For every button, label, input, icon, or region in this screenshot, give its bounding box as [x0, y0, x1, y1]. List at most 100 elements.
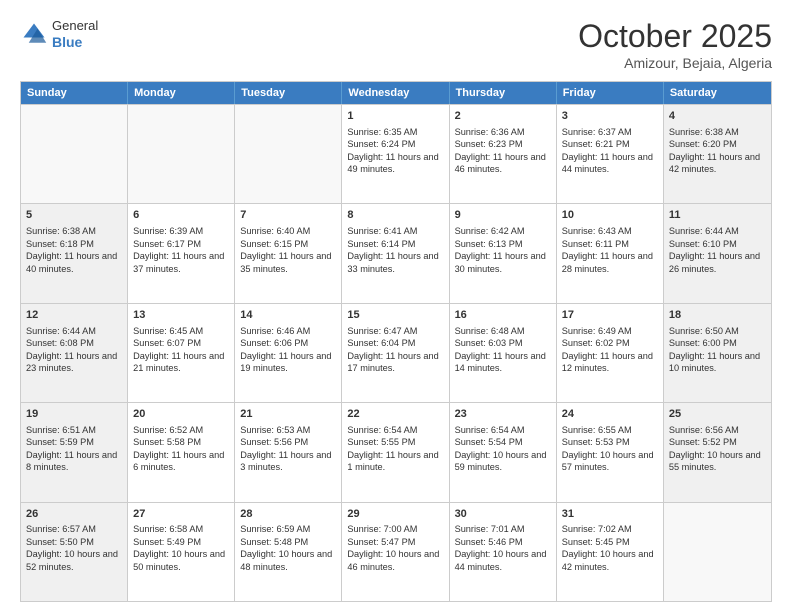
day-info: Daylight: 11 hours and 37 minutes. — [133, 250, 229, 275]
day-info: Sunset: 6:00 PM — [669, 337, 766, 349]
day-info: Sunrise: 6:49 AM — [562, 325, 658, 337]
day-info: Sunrise: 6:47 AM — [347, 325, 443, 337]
day-info: Sunrise: 6:52 AM — [133, 424, 229, 436]
day-info: Sunrise: 6:38 AM — [669, 126, 766, 138]
day-info: Daylight: 10 hours and 59 minutes. — [455, 449, 551, 474]
cal-cell — [235, 105, 342, 203]
day-info: Sunrise: 6:48 AM — [455, 325, 551, 337]
cal-cell: 30Sunrise: 7:01 AMSunset: 5:46 PMDayligh… — [450, 503, 557, 601]
day-info: Sunrise: 6:53 AM — [240, 424, 336, 436]
day-info: Sunset: 6:14 PM — [347, 238, 443, 250]
day-info: Sunrise: 6:50 AM — [669, 325, 766, 337]
day-info: Sunset: 6:02 PM — [562, 337, 658, 349]
day-number: 29 — [347, 507, 443, 522]
day-info: Sunset: 6:21 PM — [562, 138, 658, 150]
logo: General Blue — [20, 18, 98, 50]
cal-cell — [21, 105, 128, 203]
day-number: 13 — [133, 308, 229, 323]
day-info: Sunset: 6:08 PM — [26, 337, 122, 349]
day-number: 3 — [562, 109, 658, 124]
day-info: Daylight: 10 hours and 55 minutes. — [669, 449, 766, 474]
day-info: Daylight: 11 hours and 28 minutes. — [562, 250, 658, 275]
day-info: Sunrise: 6:42 AM — [455, 225, 551, 237]
cal-cell: 17Sunrise: 6:49 AMSunset: 6:02 PMDayligh… — [557, 304, 664, 402]
day-number: 14 — [240, 308, 336, 323]
cal-cell: 19Sunrise: 6:51 AMSunset: 5:59 PMDayligh… — [21, 403, 128, 501]
cal-cell: 3Sunrise: 6:37 AMSunset: 6:21 PMDaylight… — [557, 105, 664, 203]
cal-cell: 11Sunrise: 6:44 AMSunset: 6:10 PMDayligh… — [664, 204, 771, 302]
day-info: Sunrise: 6:58 AM — [133, 523, 229, 535]
day-info: Sunset: 5:48 PM — [240, 536, 336, 548]
day-info: Sunset: 5:45 PM — [562, 536, 658, 548]
day-info: Daylight: 10 hours and 48 minutes. — [240, 548, 336, 573]
header-day-monday: Monday — [128, 82, 235, 104]
page: General Blue October 2025 Amizour, Bejai… — [0, 0, 792, 612]
day-info: Sunset: 5:52 PM — [669, 436, 766, 448]
day-info: Daylight: 11 hours and 44 minutes. — [562, 151, 658, 176]
day-info: Sunset: 5:59 PM — [26, 436, 122, 448]
header-day-thursday: Thursday — [450, 82, 557, 104]
day-info: Sunrise: 6:44 AM — [669, 225, 766, 237]
logo-general: General — [52, 18, 98, 34]
header-day-friday: Friday — [557, 82, 664, 104]
month-title: October 2025 — [578, 18, 772, 55]
day-info: Daylight: 11 hours and 33 minutes. — [347, 250, 443, 275]
day-info: Daylight: 11 hours and 42 minutes. — [669, 151, 766, 176]
cal-cell: 29Sunrise: 7:00 AMSunset: 5:47 PMDayligh… — [342, 503, 449, 601]
day-info: Daylight: 11 hours and 1 minute. — [347, 449, 443, 474]
cal-cell: 20Sunrise: 6:52 AMSunset: 5:58 PMDayligh… — [128, 403, 235, 501]
calendar: SundayMondayTuesdayWednesdayThursdayFrid… — [20, 81, 772, 602]
cal-cell: 4 Sunrise: 6:38 AMSunset: 6:20 PMDaylight… — [664, 105, 771, 203]
day-info: Sunrise: 6:56 AM — [669, 424, 766, 436]
day-info: Daylight: 11 hours and 23 minutes. — [26, 350, 122, 375]
day-info: Sunset: 5:55 PM — [347, 436, 443, 448]
day-info: Daylight: 11 hours and 6 minutes. — [133, 449, 229, 474]
cal-cell: 5Sunrise: 6:38 AMSunset: 6:18 PMDaylight… — [21, 204, 128, 302]
cal-cell: 12Sunrise: 6:44 AMSunset: 6:08 PMDayligh… — [21, 304, 128, 402]
cal-row-3: 19Sunrise: 6:51 AMSunset: 5:59 PMDayligh… — [21, 402, 771, 501]
cal-cell — [664, 503, 771, 601]
cal-row-0: 1Sunrise: 6:35 AMSunset: 6:24 PMDaylight… — [21, 104, 771, 203]
cal-row-1: 5Sunrise: 6:38 AMSunset: 6:18 PMDaylight… — [21, 203, 771, 302]
header: General Blue October 2025 Amizour, Bejai… — [20, 18, 772, 71]
cal-cell: 6Sunrise: 6:39 AMSunset: 6:17 PMDaylight… — [128, 204, 235, 302]
day-info: Sunrise: 7:00 AM — [347, 523, 443, 535]
day-info: Daylight: 11 hours and 10 minutes. — [669, 350, 766, 375]
day-info: Daylight: 11 hours and 14 minutes. — [455, 350, 551, 375]
cal-row-4: 26Sunrise: 6:57 AMSunset: 5:50 PMDayligh… — [21, 502, 771, 601]
day-info: Sunrise: 6:40 AM — [240, 225, 336, 237]
cal-cell: 13Sunrise: 6:45 AMSunset: 6:07 PMDayligh… — [128, 304, 235, 402]
cal-cell: 7Sunrise: 6:40 AMSunset: 6:15 PMDaylight… — [235, 204, 342, 302]
day-info: Sunrise: 6:39 AM — [133, 225, 229, 237]
cal-cell: 23Sunrise: 6:54 AMSunset: 5:54 PMDayligh… — [450, 403, 557, 501]
day-number: 24 — [562, 407, 658, 422]
day-info: Sunset: 6:17 PM — [133, 238, 229, 250]
cal-cell: 14Sunrise: 6:46 AMSunset: 6:06 PMDayligh… — [235, 304, 342, 402]
cal-cell: 22Sunrise: 6:54 AMSunset: 5:55 PMDayligh… — [342, 403, 449, 501]
day-number: 4 — [669, 109, 766, 124]
day-number: 31 — [562, 507, 658, 522]
cal-cell: 15Sunrise: 6:47 AMSunset: 6:04 PMDayligh… — [342, 304, 449, 402]
day-number: 30 — [455, 507, 551, 522]
day-number: 10 — [562, 208, 658, 223]
day-info: Sunrise: 6:45 AM — [133, 325, 229, 337]
day-number: 28 — [240, 507, 336, 522]
cal-cell: 24Sunrise: 6:55 AMSunset: 5:53 PMDayligh… — [557, 403, 664, 501]
day-info: Sunrise: 6:57 AM — [26, 523, 122, 535]
day-info: Daylight: 10 hours and 44 minutes. — [455, 548, 551, 573]
logo-icon — [20, 20, 48, 48]
day-info: Sunset: 6:24 PM — [347, 138, 443, 150]
day-info: Sunset: 5:54 PM — [455, 436, 551, 448]
cal-cell: 25Sunrise: 6:56 AMSunset: 5:52 PMDayligh… — [664, 403, 771, 501]
day-info: Sunset: 5:53 PM — [562, 436, 658, 448]
day-number: 19 — [26, 407, 122, 422]
day-number: 26 — [26, 507, 122, 522]
day-info: Daylight: 11 hours and 8 minutes. — [26, 449, 122, 474]
day-info: Daylight: 11 hours and 35 minutes. — [240, 250, 336, 275]
day-info: Daylight: 11 hours and 12 minutes. — [562, 350, 658, 375]
day-info: Sunset: 6:20 PM — [669, 138, 766, 150]
logo-blue: Blue — [52, 34, 98, 51]
day-info: Sunset: 6:03 PM — [455, 337, 551, 349]
cal-cell: 9Sunrise: 6:42 AMSunset: 6:13 PMDaylight… — [450, 204, 557, 302]
day-info: Sunrise: 6:41 AM — [347, 225, 443, 237]
